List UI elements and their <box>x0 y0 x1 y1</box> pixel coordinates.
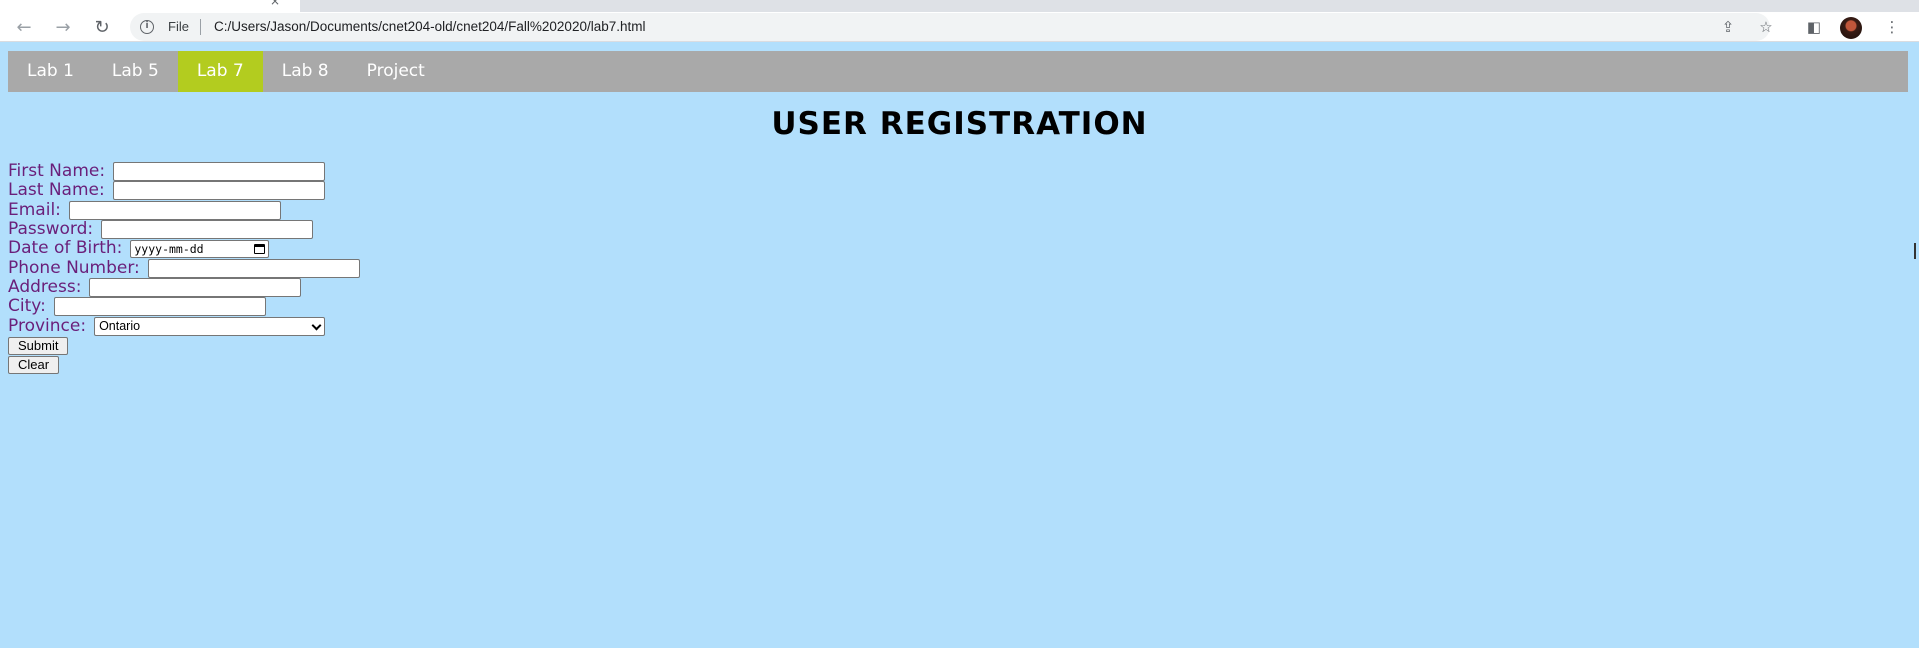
address-input[interactable] <box>89 277 302 297</box>
browser-tab-strip: × <box>0 0 1919 12</box>
password-row: Password: <box>8 219 360 240</box>
phone-row: Phone Number: <box>8 257 360 278</box>
info-icon[interactable]: i <box>140 20 154 34</box>
url-text[interactable]: C:/Users/Jason/Documents/cnet204-old/cne… <box>214 19 646 34</box>
province-label: Province: <box>8 315 87 336</box>
province-select[interactable]: Ontario <box>94 316 326 336</box>
last-name-label: Last Name: <box>8 180 105 201</box>
browser-toolbar: ← → ↻ i File C:/Users/Jason/Documents/cn… <box>0 12 1919 42</box>
email-row: Email: <box>8 199 360 220</box>
first-name-label: First Name: <box>8 161 106 182</box>
province-selected-value: Ontario <box>99 318 141 333</box>
phone-input[interactable] <box>147 258 360 278</box>
dob-input[interactable]: yyyy-mm-dd <box>130 239 270 258</box>
nav-lab-5[interactable]: Lab 5 <box>93 51 178 92</box>
email-label: Email: <box>8 199 61 220</box>
address-bar[interactable]: i File C:/Users/Jason/Documents/cnet204-… <box>130 13 1770 41</box>
side-panel-icon[interactable]: ◧ <box>1804 17 1824 37</box>
last-name-input[interactable] <box>112 181 325 201</box>
first-name-input[interactable] <box>113 162 326 182</box>
nav-lab-8[interactable]: Lab 8 <box>263 51 348 92</box>
resize-handle[interactable] <box>1914 243 1917 259</box>
forward-icon[interactable]: → <box>51 15 75 39</box>
nav-lab-1[interactable]: Lab 1 <box>8 51 93 92</box>
city-label: City: <box>8 296 46 317</box>
back-icon[interactable]: ← <box>12 15 36 39</box>
address-row: Address: <box>8 276 360 297</box>
registration-form: First Name: Last Name: Email: Password: … <box>8 162 360 374</box>
city-row: City: <box>8 296 360 317</box>
first-name-row: First Name: <box>8 161 360 182</box>
page-title: USER REGISTRATION <box>771 106 1148 142</box>
calendar-icon[interactable] <box>254 243 266 254</box>
omnibox-divider <box>200 19 201 35</box>
star-icon[interactable]: ☆ <box>1756 17 1776 37</box>
submit-button[interactable]: Submit <box>8 336 69 355</box>
share-icon[interactable]: ⇪ <box>1718 17 1738 37</box>
reload-icon[interactable]: ↻ <box>90 15 114 39</box>
address-label: Address: <box>8 276 82 297</box>
nav-lab-7[interactable]: Lab 7 <box>177 51 263 92</box>
dob-placeholder: yyyy-mm-dd <box>134 241 204 256</box>
nav-project[interactable]: Project <box>348 51 444 92</box>
tab-close-icon[interactable]: × <box>270 0 280 8</box>
browser-tab[interactable]: × <box>0 0 300 12</box>
dob-row: Date of Birth: yyyy-mm-dd <box>8 239 360 258</box>
menu-icon[interactable]: ⋮ <box>1882 17 1902 37</box>
chevron-down-icon <box>311 320 322 330</box>
password-input[interactable] <box>101 220 314 240</box>
scheme-label: File <box>168 19 189 34</box>
last-name-row: Last Name: <box>8 180 360 201</box>
city-input[interactable] <box>53 297 266 317</box>
password-label: Password: <box>8 219 94 240</box>
email-input[interactable] <box>68 200 281 220</box>
province-row: Province: Ontario <box>8 315 360 336</box>
phone-label: Phone Number: <box>8 257 140 278</box>
profile-avatar[interactable] <box>1840 17 1862 39</box>
dob-label: Date of Birth: <box>8 238 123 259</box>
lab-navigation: Lab 1 Lab 5 Lab 7 Lab 8 Project <box>8 51 1908 92</box>
clear-button[interactable]: Clear <box>8 355 60 374</box>
